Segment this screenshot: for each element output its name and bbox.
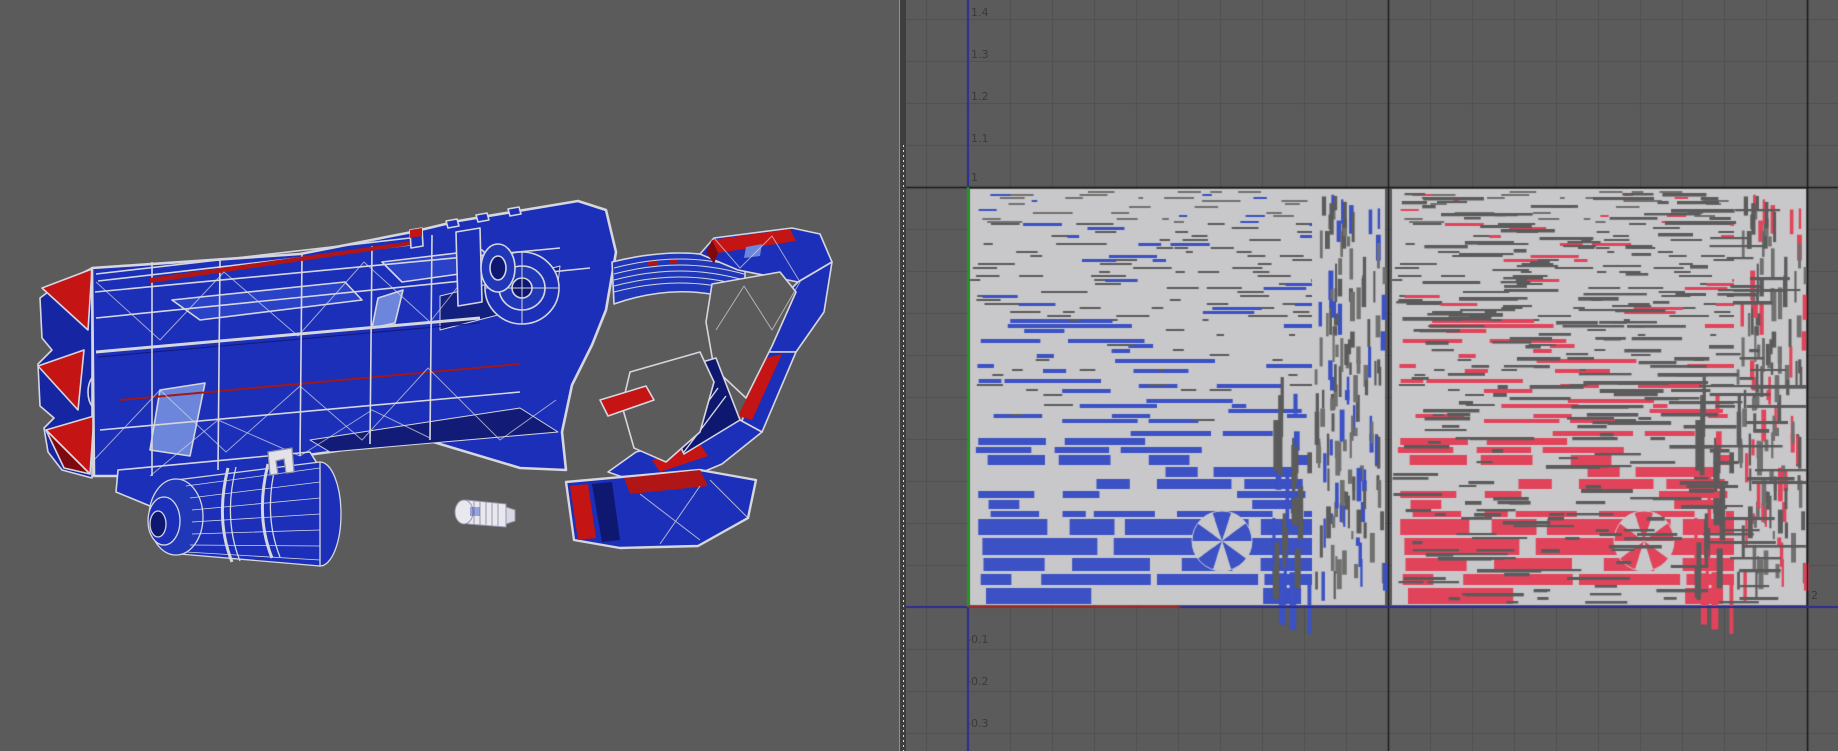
panel-divider[interactable] (899, 0, 906, 751)
v-axis-tick: 1.3 (971, 48, 989, 61)
uv-editor-viewport[interactable]: 1.4 1.3 1.2 1.1 1 -0.1 -0.2 -0.3 2 (906, 0, 1838, 751)
v-axis-tick: -0.1 (967, 633, 989, 646)
v-axis-tick: 1.2 (971, 90, 989, 103)
v-axis-tick: -0.2 (967, 675, 989, 688)
panel-divider-dotted-line (903, 145, 904, 751)
uv-canvas[interactable] (906, 0, 1838, 751)
u-axis-tick: 2 (1811, 589, 1818, 602)
v-axis-tick: -0.3 (967, 717, 989, 730)
v-axis-tick: 1 (971, 171, 978, 184)
v-axis-tick: 1.1 (971, 132, 989, 145)
rifle-body[interactable] (90, 199, 618, 510)
rifle-wireframe-model[interactable] (0, 0, 899, 751)
floating-part[interactable] (454, 499, 516, 528)
perspective-viewport[interactable] (0, 0, 899, 751)
workspace: 1.4 1.3 1.2 1.1 1 -0.1 -0.2 -0.3 2 (0, 0, 1838, 751)
v-axis-tick: 1.4 (971, 6, 989, 19)
